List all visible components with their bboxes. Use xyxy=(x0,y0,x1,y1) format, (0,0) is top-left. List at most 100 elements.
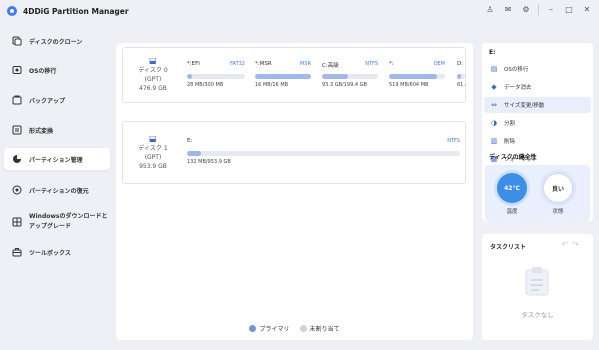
sidebar-item-label: OSの移行 xyxy=(29,67,57,75)
backup-icon xyxy=(12,95,22,105)
app-logo-icon xyxy=(7,6,17,16)
op-label: 削除 xyxy=(504,139,516,145)
partition-icon xyxy=(12,154,22,164)
sidebar-item-label: パーティションの復元 xyxy=(29,187,89,195)
op-os-migration[interactable]: ▤ OSの移行 xyxy=(484,61,591,77)
erase-icon: ◆ xyxy=(491,83,497,91)
usage-bar-fill xyxy=(255,74,311,79)
os-migrate-icon xyxy=(12,65,22,75)
toolbox-icon xyxy=(12,247,22,257)
sidebar-item-disk-clone[interactable]: ディスクのクローン xyxy=(4,30,110,52)
partition-fs: NTFS xyxy=(447,138,460,144)
usage-bar xyxy=(322,74,378,79)
sidebar-item-label: ツールボックス xyxy=(29,249,71,257)
partition-size: 519 MB/604 MB xyxy=(389,82,429,88)
sidebar-item-format-convert[interactable]: 形式変換 xyxy=(4,119,110,141)
partition-oem[interactable]: *: OEM 519 MB/604 MB xyxy=(389,61,445,91)
minimize-icon[interactable]: – xyxy=(545,4,557,16)
disk-info: ⬓ ディスク 0 (GPT) 476.9 GB xyxy=(123,48,183,102)
partition-size: 132 MB/953.9 GB xyxy=(187,159,231,165)
restore-icon xyxy=(12,185,22,195)
legend-primary-swatch xyxy=(249,325,257,332)
disk-health-title: ディスクの健全性 xyxy=(489,154,537,161)
usage-bar-fill xyxy=(322,74,349,79)
disk-card[interactable]: ⬓ ディスク 0 (GPT) 476.9 GB *:EFI FAT32 28 M… xyxy=(122,47,466,103)
settings-icon[interactable]: ⚙ xyxy=(520,4,532,16)
task-list-empty: タスクなし xyxy=(521,311,554,319)
sidebar-item-label: Windowsのダウンロードと xyxy=(29,213,108,220)
sidebar: ディスクのクローン OSの移行 バックアップ 形式変換 パーティション管理 パー… xyxy=(0,22,116,350)
usage-bar xyxy=(255,74,311,79)
disk-size: 476.9 GB xyxy=(139,85,167,92)
disk-size: 953.9 GB xyxy=(139,162,167,170)
partition-fs: OEM xyxy=(433,61,445,67)
sidebar-item-label: バックアップ xyxy=(29,97,66,105)
undo-icon[interactable]: ↶ xyxy=(562,240,573,249)
op-split[interactable]: ◑ 分割 xyxy=(484,115,591,131)
legend-label: 未割り当て xyxy=(309,326,340,333)
temperature-gauge: 42°C xyxy=(497,173,527,203)
sidebar-item-label: ディスクのクローン xyxy=(29,38,83,46)
temperature-label: 温度 xyxy=(506,209,518,215)
partition-efi[interactable]: *:EFI FAT32 28 MB/300 MB xyxy=(187,61,245,91)
redo-icon[interactable]: ↷ xyxy=(572,240,583,249)
disk-info: ⬓ ディスク 1 (GPT) 953.9 GB xyxy=(123,122,183,183)
disk-health-card: 42°C 温度 良い 状態 xyxy=(485,165,590,221)
app-title: 4DDiG Partition Manager xyxy=(23,6,129,16)
task-list-title: タスクリスト xyxy=(490,244,527,251)
op-data-erase[interactable]: ◆ データ消去 xyxy=(484,79,591,95)
sidebar-item-os-migration[interactable]: OSの移行 xyxy=(4,59,110,81)
partition-legend: プライマリ 未割り当て xyxy=(116,324,473,333)
sidebar-item-label: 形式変換 xyxy=(29,127,54,135)
usage-bar-fill xyxy=(187,151,201,156)
resize-icon: ⇔ xyxy=(491,101,497,109)
op-delete[interactable]: ▥ 削除 xyxy=(484,133,591,149)
delete-icon: ▥ xyxy=(490,137,498,145)
legend-unallocated-swatch xyxy=(299,325,307,332)
sidebar-item-label-line2: アップグレード xyxy=(29,223,72,230)
usage-bar xyxy=(457,74,466,79)
disk-card[interactable]: ⬓ ディスク 1 (GPT) 953.9 GB E: NTFS 132 MB/9… xyxy=(122,121,466,184)
user-icon[interactable]: ♙ xyxy=(484,4,496,16)
partition-fs: FAT32 xyxy=(230,61,245,67)
partition-fs: NTFS xyxy=(365,61,378,67)
op-label: データ消去 xyxy=(504,85,532,91)
partition-name: D: xyxy=(457,61,464,67)
partition-msr[interactable]: *:MSR MSR 16 MB/16 MB xyxy=(255,61,311,91)
partition-e[interactable]: E: NTFS 132 MB/953.9 GB xyxy=(187,138,460,168)
op-label: 分割 xyxy=(504,121,516,127)
op-label: サイズ変更/移動 xyxy=(504,103,545,109)
disk-style: (GPT) xyxy=(144,153,162,161)
window-controls-divider xyxy=(538,5,539,15)
legend-label: プライマリ xyxy=(259,326,290,333)
legend-primary: プライマリ xyxy=(249,324,290,333)
usage-bar-fill xyxy=(457,74,461,79)
partition-size: 93.3 GB/199.4 GB xyxy=(322,82,367,88)
sidebar-item-windows-download[interactable]: Windowsのダウンロードと アップグレード xyxy=(4,207,110,237)
legend-unallocated: 未割り当て xyxy=(299,324,340,333)
windows-icon xyxy=(12,217,22,227)
close-icon[interactable]: ✕ xyxy=(581,4,593,16)
partition-c[interactable]: C:高級 NTFS 93.3 GB/199.4 GB xyxy=(322,61,378,91)
disk-map-panel: ⟳ ⬓ ディスク 0 (GPT) 476.9 GB *:EFI FAT32 28… xyxy=(116,43,473,340)
state-gauge: 良い xyxy=(543,173,573,203)
sidebar-item-partition-management[interactable]: パーティション管理 xyxy=(4,148,110,170)
sidebar-item-partition-restore[interactable]: パーティションの復元 xyxy=(4,179,110,201)
undo-redo-controls: ↶↷ xyxy=(562,240,583,249)
clipboard-icon xyxy=(524,266,550,296)
convert-icon xyxy=(12,125,22,135)
window-controls: ♙ ✉ ⚙ – □ ✕ xyxy=(484,4,593,16)
op-resize-move[interactable]: ⇔ サイズ変更/移動 xyxy=(484,97,591,113)
partition-size: 61. xyxy=(457,82,465,88)
selected-partition-title: E: xyxy=(489,49,496,56)
split-icon: ◑ xyxy=(490,119,498,127)
sidebar-item-toolbox[interactable]: ツールボックス xyxy=(4,241,110,263)
partition-d[interactable]: D: 61. xyxy=(457,61,466,91)
maximize-icon[interactable]: □ xyxy=(563,4,575,16)
os-migrate-icon: ▤ xyxy=(490,65,498,73)
message-icon[interactable]: ✉ xyxy=(502,4,514,16)
usage-bar-fill xyxy=(187,74,193,79)
usage-bar xyxy=(187,74,245,79)
sidebar-item-backup[interactable]: バックアップ xyxy=(4,89,110,111)
disk-style: (GPT) xyxy=(144,76,162,83)
